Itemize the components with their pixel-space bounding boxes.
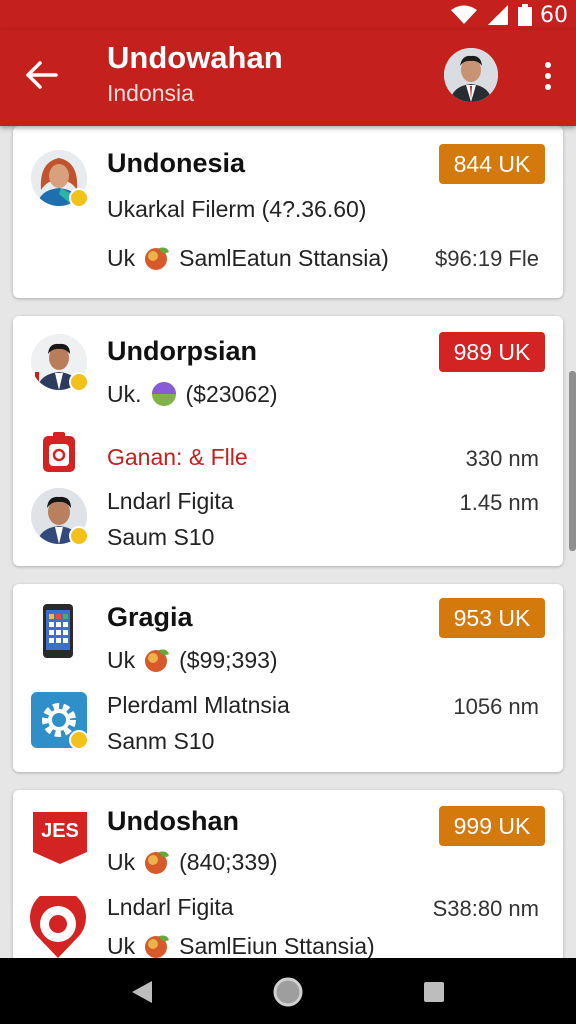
scrollbar[interactable]	[569, 371, 576, 551]
item-sub: Sanm S10	[107, 728, 215, 754]
back-triangle-icon	[132, 981, 152, 1003]
detail-text: ($23062)	[185, 380, 278, 407]
item-distance: S38:80 nm	[432, 896, 539, 921]
app-bar: Undowahan Indonsia	[0, 30, 576, 126]
status-badge	[69, 526, 89, 546]
status-bar: 60	[0, 0, 576, 30]
meta-value: $96:19 Fle	[435, 246, 539, 271]
card-title: Undoshan	[107, 806, 239, 836]
status-icons: 60	[450, 2, 568, 28]
nav-back-button[interactable]	[122, 972, 162, 1012]
contact-name: Lndarl Figita	[107, 488, 234, 514]
fruit-icon	[145, 247, 170, 270]
item-name: Lndarl Figita	[107, 894, 234, 920]
fuel-distance: 330 nm	[465, 446, 539, 471]
brand-logo-text: JES	[41, 820, 79, 842]
back-button[interactable]	[16, 50, 66, 100]
card-detail: Ukarkal Filerm (4?.36.60)	[107, 196, 367, 222]
price-badge: 844 UK	[439, 144, 545, 184]
profile-avatar[interactable]	[444, 48, 498, 102]
price-badge: 999 UK	[439, 806, 545, 846]
signal-icon	[488, 5, 508, 25]
status-time: 60	[540, 2, 568, 28]
contact-distance: 1.45 nm	[459, 490, 540, 515]
nav-home-button[interactable]	[268, 972, 308, 1012]
detail-prefix: Uk	[107, 646, 136, 673]
card-title: Gragia	[107, 602, 193, 632]
avatar	[31, 150, 89, 208]
fuel-label: Ganan: & Flle	[107, 444, 248, 470]
meta-prefix: Uk	[107, 244, 136, 271]
meta-text: SamlEatun Sttansia)	[179, 244, 389, 271]
overflow-menu-button[interactable]	[532, 54, 564, 98]
battery-icon	[518, 4, 532, 26]
item-distance: 1056 nm	[453, 694, 539, 719]
avatar	[31, 334, 89, 392]
app-subtitle: Indonsia	[107, 80, 194, 106]
recents-square-icon	[424, 982, 444, 1002]
status-badge	[69, 188, 89, 208]
fruit-icon	[145, 851, 170, 874]
card-title: Undorpsian	[107, 336, 258, 366]
app-title: Undowahan	[107, 40, 283, 75]
home-circle-icon	[273, 977, 303, 1007]
location-pin-icon	[29, 889, 87, 958]
fruit-icon	[145, 649, 170, 672]
price-badge: 989 UK	[439, 332, 545, 372]
detail-text: (840;339)	[179, 848, 278, 875]
contact-sub: Saum S10	[107, 524, 215, 550]
detail-prefix: Uk.	[107, 380, 142, 407]
phone-icon	[43, 604, 73, 658]
person-icon	[444, 48, 498, 102]
list-card[interactable]: Gragia 953 UK Uk ($99;393) Plerdaml Mlat…	[13, 584, 563, 772]
list-card[interactable]: JES Undoshan 999 UK Uk (840;339) Lndarl …	[13, 790, 563, 958]
overflow-menu-icon-dot	[545, 84, 551, 90]
nav-recents-button[interactable]	[414, 972, 454, 1012]
card-detail-row: Uk ($99;393)	[107, 646, 278, 674]
card-title: Undonesia	[107, 148, 246, 178]
system-nav-bar	[0, 958, 576, 1024]
gas-station-icon	[41, 432, 77, 474]
status-badge	[69, 372, 89, 392]
list-card[interactable]: Undonesia 844 UK Ukarkal Filerm (4?.36.6…	[13, 126, 563, 298]
list-card[interactable]: Undorpsian 989 UK Uk. ($23062) Ganan: & …	[13, 316, 563, 566]
card-meta-row: Uk SamlEatun Sttansia)	[107, 244, 389, 272]
price-badge: 953 UK	[439, 598, 545, 638]
overflow-menu-icon-dot	[545, 73, 551, 79]
fruit-icon	[145, 935, 170, 958]
content-list[interactable]: Undonesia 844 UK Ukarkal Filerm (4?.36.6…	[0, 126, 576, 958]
detail-text: ($99;393)	[179, 646, 278, 673]
sub-prefix: Uk	[107, 932, 136, 959]
card-detail-row: Uk. ($23062)	[107, 380, 278, 408]
card-detail-row: Uk (840;339)	[107, 848, 278, 876]
avatar	[31, 488, 89, 546]
back-arrow-icon	[26, 61, 58, 89]
sub-text: SamlEiun Sttansia)	[179, 932, 375, 959]
status-badge	[69, 730, 89, 750]
overflow-menu-icon	[545, 62, 551, 68]
wifi-icon	[451, 5, 477, 24]
brand-logo: JES	[31, 808, 89, 866]
settings-tile	[31, 692, 89, 750]
tag-icon	[151, 382, 176, 406]
item-sub-row: Uk SamlEiun Sttansia)	[107, 932, 375, 958]
detail-prefix: Uk	[107, 848, 136, 875]
item-name: Plerdaml Mlatnsia	[107, 692, 290, 718]
